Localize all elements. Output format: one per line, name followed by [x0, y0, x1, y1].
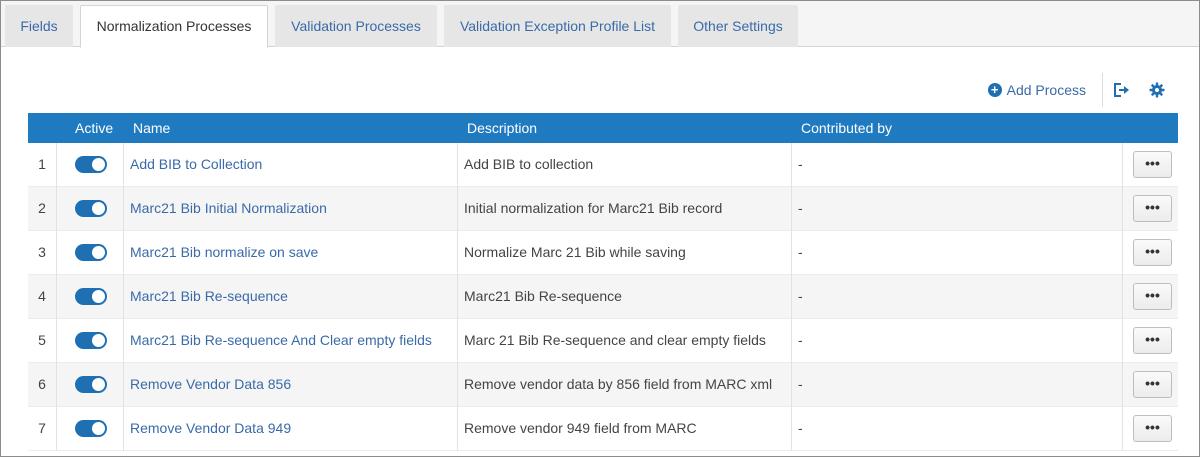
more-icon: •••	[1145, 154, 1160, 171]
actions-cell: •••	[1122, 187, 1178, 231]
tab-bar: Fields Normalization Processes Validatio…	[1, 1, 1199, 48]
process-name-link[interactable]: Add BIB to Collection	[123, 143, 457, 187]
active-toggle[interactable]	[75, 376, 107, 393]
row-actions-button[interactable]: •••	[1133, 415, 1172, 442]
process-name-link[interactable]: Remove Vendor Data 856	[123, 363, 457, 407]
header-description[interactable]: Description	[467, 113, 537, 143]
active-toggle[interactable]	[75, 332, 107, 349]
contributed-by: -	[791, 407, 1122, 451]
active-toggle[interactable]	[75, 200, 107, 217]
table-row: 4 Marc21 Bib Re-sequence Marc21 Bib Re-s…	[28, 275, 1178, 319]
actions-cell: •••	[1122, 231, 1178, 275]
row-actions-button[interactable]: •••	[1133, 151, 1172, 178]
tab-validation-exception-profile-list[interactable]: Validation Exception Profile List	[444, 5, 671, 47]
active-toggle[interactable]	[75, 244, 107, 261]
row-number: 3	[38, 244, 46, 260]
active-toggle[interactable]	[75, 420, 107, 437]
process-name-link[interactable]: Marc21 Bib Re-sequence	[123, 275, 457, 319]
active-cell	[56, 143, 123, 187]
process-name-link[interactable]: Marc21 Bib normalize on save	[123, 231, 457, 275]
row-number: 5	[38, 332, 46, 348]
more-icon: •••	[1145, 330, 1160, 347]
toggle-knob	[92, 378, 105, 391]
row-actions-button[interactable]: •••	[1133, 327, 1172, 354]
table-row: 2 Marc21 Bib Initial Normalization Initi…	[28, 187, 1178, 231]
more-icon: •••	[1145, 198, 1160, 215]
table-row: 3 Marc21 Bib normalize on save Normalize…	[28, 231, 1178, 275]
actions-cell: •••	[1122, 319, 1178, 363]
add-process-label: Add Process	[1006, 82, 1086, 98]
table-row: 5 Marc21 Bib Re-sequence And Clear empty…	[28, 319, 1178, 363]
active-cell	[56, 319, 123, 363]
row-actions-button[interactable]: •••	[1133, 371, 1172, 398]
toggle-knob	[92, 422, 105, 435]
toggle-knob	[92, 158, 105, 171]
actions-cell: •••	[1122, 363, 1178, 407]
contributed-by: -	[791, 231, 1122, 275]
plus-circle-icon: +	[987, 83, 1002, 97]
more-icon: •••	[1145, 374, 1160, 391]
toggle-knob	[92, 334, 105, 347]
active-toggle[interactable]	[75, 156, 107, 173]
tab-other-settings[interactable]: Other Settings	[678, 5, 798, 47]
process-description: Remove vendor 949 field from MARC	[457, 407, 791, 451]
export-icon	[1114, 83, 1129, 97]
active-toggle[interactable]	[75, 288, 107, 305]
row-number: 4	[38, 288, 46, 304]
header-contributed-by[interactable]: Contributed by	[801, 113, 892, 143]
tab-fields[interactable]: Fields	[5, 5, 73, 47]
settings-button[interactable]	[1139, 73, 1175, 107]
actions-cell: •••	[1122, 143, 1178, 187]
add-process-button[interactable]: + Add Process	[987, 82, 1102, 98]
contributed-by: -	[791, 275, 1122, 319]
process-description: Initial normalization for Marc21 Bib rec…	[457, 187, 791, 231]
contributed-by: -	[791, 319, 1122, 363]
toggle-knob	[92, 290, 105, 303]
process-description: Remove vendor data by 856 field from MAR…	[457, 363, 791, 407]
active-cell	[56, 275, 123, 319]
row-actions-button[interactable]: •••	[1133, 195, 1172, 222]
more-icon: •••	[1145, 242, 1160, 259]
header-active[interactable]: Active	[75, 113, 113, 143]
tab-validation-processes[interactable]: Validation Processes	[275, 5, 437, 47]
process-description: Marc 21 Bib Re-sequence and clear empty …	[457, 319, 791, 363]
table-row: 1 Add BIB to Collection Add BIB to colle…	[28, 143, 1178, 187]
process-name-link[interactable]: Marc21 Bib Re-sequence And Clear empty f…	[123, 319, 457, 363]
contributed-by: -	[791, 363, 1122, 407]
processes-table: Active Name Description Contributed by 1…	[28, 113, 1178, 451]
more-icon: •••	[1145, 286, 1160, 303]
table-row: 7 Remove Vendor Data 949 Remove vendor 9…	[28, 407, 1178, 451]
gear-icon	[1149, 82, 1165, 98]
active-cell	[56, 363, 123, 407]
table-header: Active Name Description Contributed by	[28, 113, 1178, 143]
row-number: 2	[38, 200, 46, 216]
process-description: Normalize Marc 21 Bib while saving	[457, 231, 791, 275]
row-number: 1	[38, 156, 46, 172]
actions-cell: •••	[1122, 407, 1178, 451]
contributed-by: -	[791, 187, 1122, 231]
actions-cell: •••	[1122, 275, 1178, 319]
process-name-link[interactable]: Remove Vendor Data 949	[123, 407, 457, 451]
table-row: 6 Remove Vendor Data 856 Remove vendor d…	[28, 363, 1178, 407]
process-description: Marc21 Bib Re-sequence	[457, 275, 791, 319]
header-name[interactable]: Name	[133, 113, 170, 143]
contributed-by: -	[791, 143, 1122, 187]
row-number: 7	[38, 420, 46, 436]
active-cell	[56, 231, 123, 275]
process-name-link[interactable]: Marc21 Bib Initial Normalization	[123, 187, 457, 231]
page-frame: Fields Normalization Processes Validatio…	[0, 0, 1200, 457]
toolbar: + Add Process	[987, 73, 1175, 107]
active-cell	[56, 187, 123, 231]
row-number: 6	[38, 376, 46, 392]
more-icon: •••	[1145, 418, 1160, 435]
process-description: Add BIB to collection	[457, 143, 791, 187]
row-actions-button[interactable]: •••	[1133, 239, 1172, 266]
toggle-knob	[92, 202, 105, 215]
export-button[interactable]	[1103, 73, 1139, 107]
row-actions-button[interactable]: •••	[1133, 283, 1172, 310]
toggle-knob	[92, 246, 105, 259]
tab-normalization-processes[interactable]: Normalization Processes	[80, 5, 268, 48]
active-cell	[56, 407, 123, 451]
